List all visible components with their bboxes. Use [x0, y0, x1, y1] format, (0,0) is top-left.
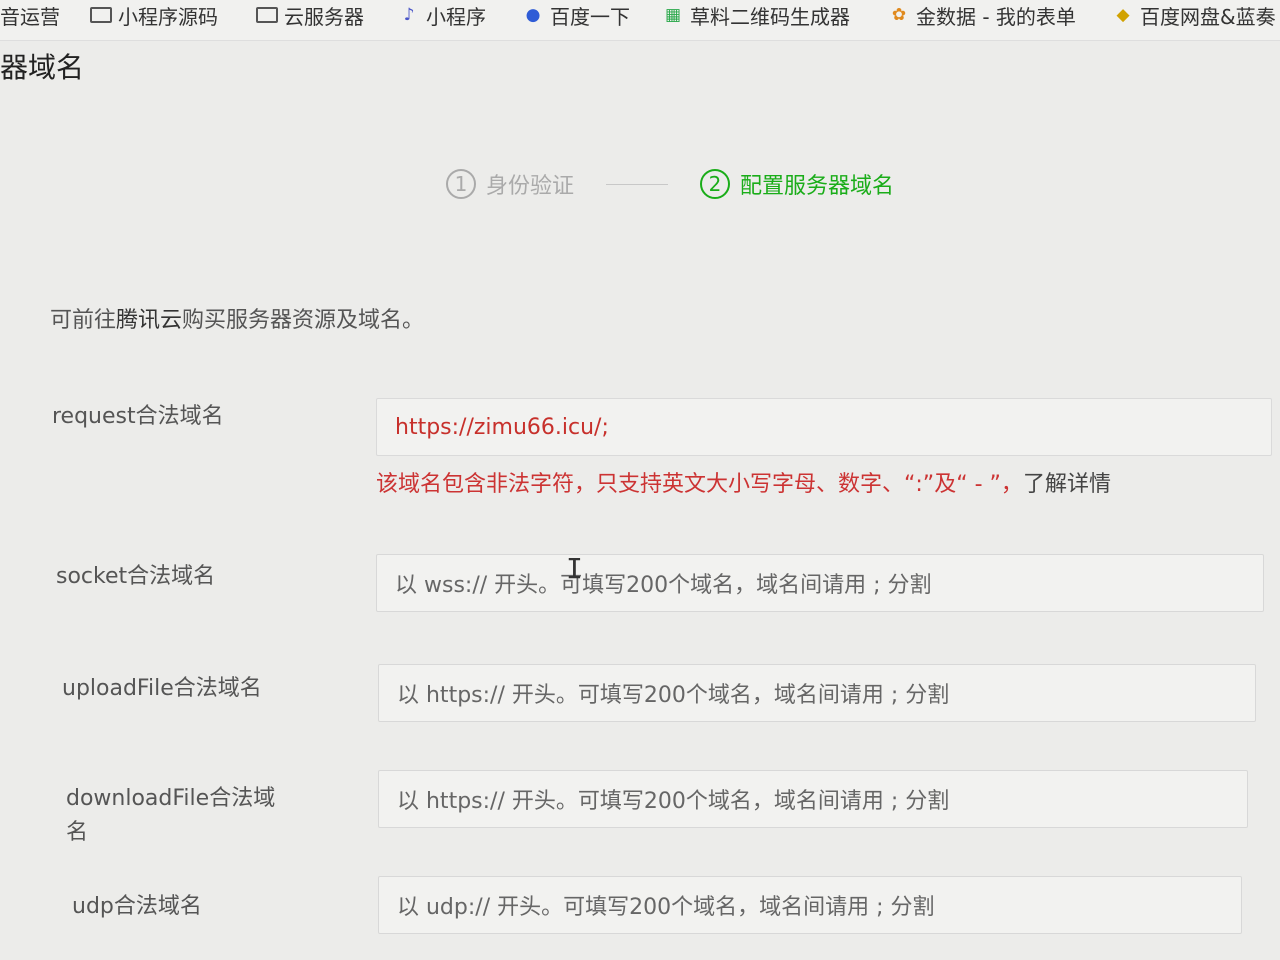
udp-domain-input[interactable]: 以 udp:// 开头。可填写200个域名，域名间请用 ; 分割: [378, 876, 1242, 934]
request-domain-value: https://zimu66.icu/;: [395, 414, 609, 440]
downloadfile-label-line2: 名: [66, 820, 89, 845]
step-number: 1: [446, 169, 476, 199]
request-domain-label: request合法域名: [52, 404, 224, 429]
bookmark-label: 百度一下: [550, 4, 630, 29]
downloadfile-domain-input[interactable]: 以 https:// 开头。可填写200个域名，域名间请用 ; 分割: [378, 770, 1248, 828]
learn-more-link[interactable]: 了解详情: [1023, 472, 1111, 497]
text-cursor-icon: I: [566, 552, 583, 585]
downloadfile-domain-placeholder: 以 https:// 开头。可填写200个域名，域名间请用 ; 分割: [397, 789, 950, 814]
leaf-icon: ✿: [891, 5, 907, 25]
step-configure-domains: 2 配置服务器域名: [700, 168, 894, 200]
bookmark-item[interactable]: ● 百度一下: [522, 0, 630, 30]
udp-domain-placeholder: 以 udp:// 开头。可填写200个域名，域名间请用 ; 分割: [397, 895, 935, 920]
intro-text: 可前往腾讯云购买服务器资源及域名。: [50, 302, 424, 334]
bookmark-label: 音运营: [0, 4, 60, 29]
intro-prefix: 可前往: [50, 308, 117, 333]
step-label: 配置服务器域名: [740, 174, 895, 199]
bookmark-label: 小程序源码: [118, 4, 218, 29]
uploadfile-domain-input[interactable]: 以 https:// 开头。可填写200个域名，域名间请用 ; 分割: [378, 664, 1256, 722]
bookmark-label: 小程序: [426, 4, 486, 29]
folder-icon: [90, 7, 112, 23]
udp-domain-label: udp合法域名: [72, 894, 202, 919]
step-divider: [606, 183, 669, 185]
bookmark-label: 百度网盘&蓝奏: [1140, 4, 1276, 29]
folder-icon: [256, 7, 278, 23]
downloadfile-label-line1: downloadFile合法域: [66, 786, 276, 811]
socket-domain-input[interactable]: 以 wss:// 开头。可填写200个域名，域名间请用 ; 分割: [376, 554, 1264, 612]
error-message: 该域名包含非法字符，只支持英文大小写字母、数字、“:”及“ - ”，了解详情: [376, 466, 1111, 498]
bookmark-item[interactable]: ♪ 小程序: [398, 0, 486, 30]
uploadfile-domain-label: uploadFile合法域名: [62, 676, 262, 701]
bookmark-item[interactable]: ✿ 金数据 - 我的表单: [888, 0, 1076, 30]
tencent-cloud-link[interactable]: 腾讯云: [116, 308, 182, 333]
step-indicator: 1 身份验证 2 配置服务器域名: [446, 168, 894, 200]
baidu-paw-icon: ●: [525, 5, 541, 25]
downloadfile-domain-label: downloadFile合法域 名: [66, 782, 275, 850]
baidu-disk-icon: ◆: [1116, 5, 1130, 25]
step-number: 2: [700, 169, 731, 199]
bookmark-item[interactable]: 云服务器: [256, 0, 364, 30]
page-title: 器域名: [0, 51, 85, 84]
music-note-icon: ♪: [403, 5, 415, 25]
bookmark-item[interactable]: 小程序源码: [90, 0, 218, 30]
bookmark-label: 金数据 - 我的表单: [916, 4, 1076, 29]
bookmark-label: 草料二维码生成器: [690, 4, 850, 29]
step-identity-verification: 1 身份验证: [446, 168, 574, 200]
step-label: 身份验证: [486, 174, 575, 199]
uploadfile-domain-placeholder: 以 https:// 开头。可填写200个域名，域名间请用 ; 分割: [397, 683, 950, 708]
qr-icon: ▦: [664, 5, 682, 25]
socket-domain-placeholder: 以 wss:// 开头。可填写200个域名，域名间请用 ; 分割: [395, 573, 932, 598]
error-text: 该域名包含非法字符，只支持英文大小写字母、数字、“:”及“ - ”，: [376, 472, 1023, 497]
request-domain-input[interactable]: https://zimu66.icu/;: [376, 398, 1272, 456]
bookmark-label: 云服务器: [284, 4, 364, 29]
bookmark-item[interactable]: ◆ 百度网盘&蓝奏: [1112, 0, 1276, 30]
bookmark-item[interactable]: 音运营: [0, 0, 60, 30]
bookmark-item[interactable]: ▦ 草料二维码生成器: [662, 0, 850, 30]
intro-suffix: 购买服务器资源及域名。: [182, 308, 425, 333]
socket-domain-label: socket合法域名: [56, 564, 216, 589]
bookmarks-bar: 音运营 小程序源码 云服务器 ♪ 小程序 ● 百度一下 ▦ 草料二维码生成器 ✿…: [0, 0, 1280, 41]
